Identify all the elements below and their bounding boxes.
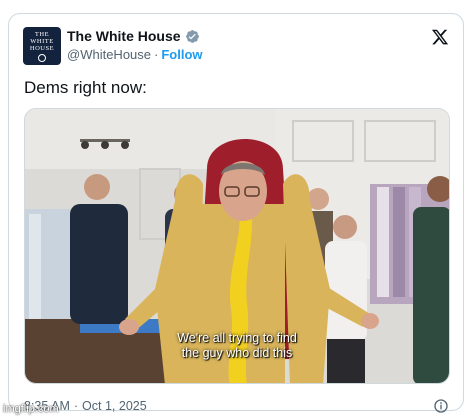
avatar[interactable]: THE WHITE HOUSE xyxy=(23,27,61,65)
tweet-media[interactable]: We're all trying to find the guy who did… xyxy=(24,108,450,384)
x-logo-icon[interactable] xyxy=(431,28,449,46)
subtitle-line-2: the guy who did this xyxy=(181,346,293,360)
tweet-date[interactable]: Oct 1, 2025 xyxy=(82,399,147,413)
tweet-text: Dems right now: xyxy=(24,78,147,97)
avatar-seal-icon xyxy=(38,53,46,62)
imgflip-watermark: imgflip.com xyxy=(3,403,59,415)
handle-separator: · xyxy=(154,47,159,62)
avatar-text-line-3: HOUSE xyxy=(29,44,55,52)
video-subtitle: We're all trying to find the guy who did… xyxy=(25,331,449,361)
verified-badge-icon xyxy=(185,29,199,43)
avatar-text-line-2: WHITE xyxy=(30,37,54,45)
author-name-row: The White House xyxy=(67,28,200,44)
timestamp-separator: · xyxy=(73,399,79,413)
subtitle-line-1: We're all trying to find xyxy=(177,331,297,345)
info-icon[interactable] xyxy=(433,398,449,414)
tweet-card[interactable]: THE WHITE HOUSE The White House @WhiteHo… xyxy=(8,13,464,414)
follow-button[interactable]: Follow xyxy=(161,47,202,62)
author-handle[interactable]: @WhiteHouse xyxy=(67,47,151,62)
avatar-text-line-1: THE xyxy=(34,30,50,38)
author-handle-row: @WhiteHouse · Follow xyxy=(67,47,203,62)
author-display-name[interactable]: The White House xyxy=(67,28,181,44)
